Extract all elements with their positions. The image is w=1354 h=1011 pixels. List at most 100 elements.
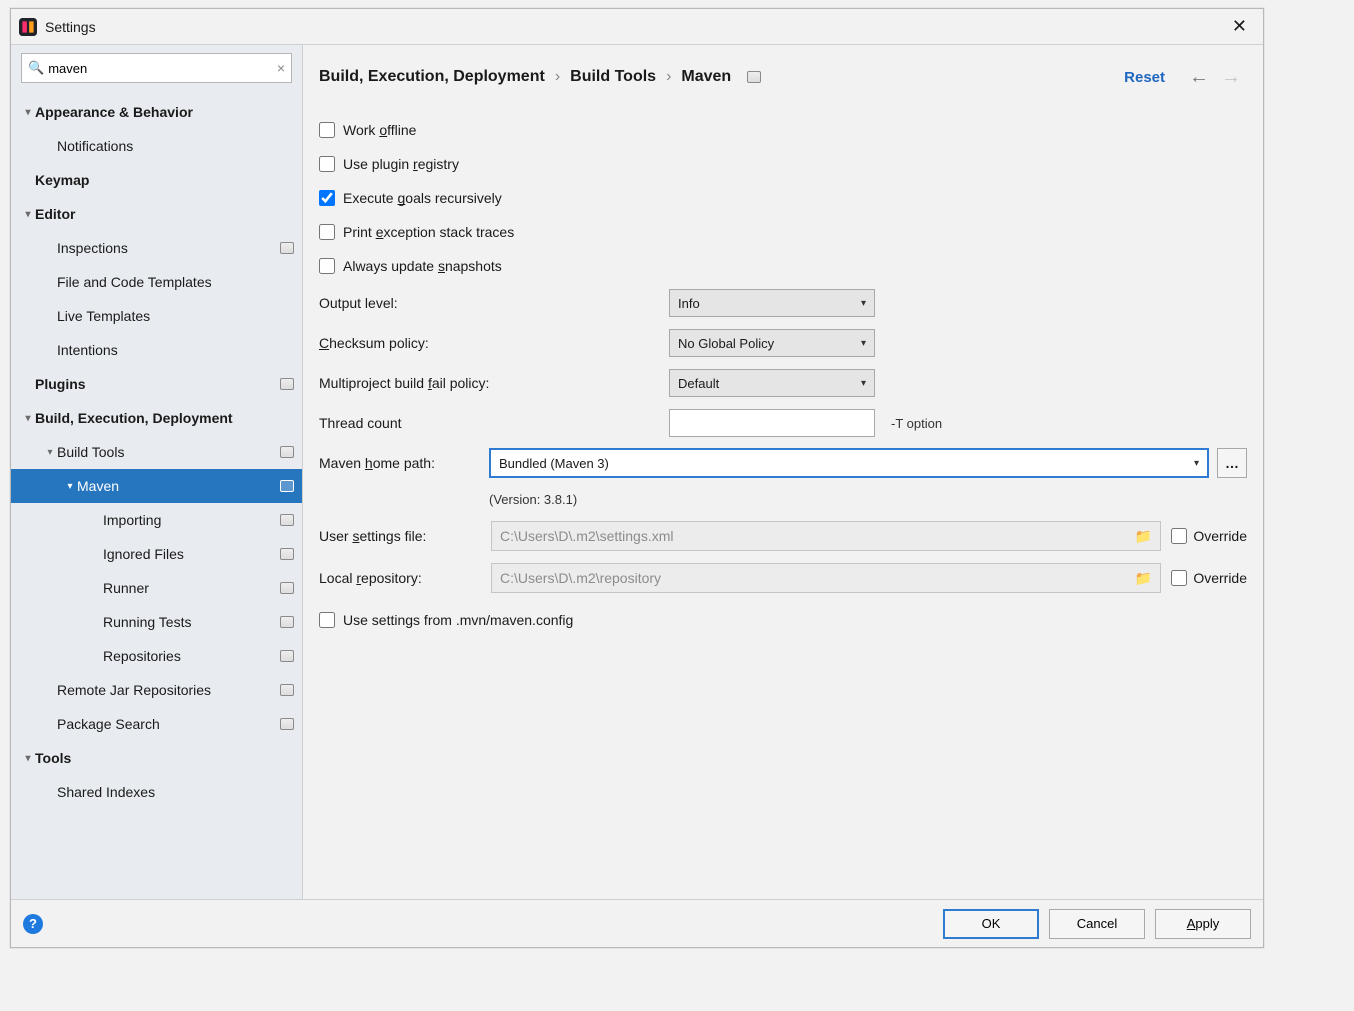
override-label: Override — [1193, 570, 1247, 586]
print-traces-label: Print exception stack traces — [343, 224, 514, 240]
sidebar-item-ignored-files[interactable]: Ignored Files — [11, 537, 302, 571]
local-repo-field: C:\Users\D\.m2\repository📁 — [491, 563, 1161, 593]
scope-badge-icon — [280, 650, 294, 662]
sidebar-item-maven[interactable]: ▾Maven — [11, 469, 302, 503]
sidebar-item-shared-indexes[interactable]: Shared Indexes — [11, 775, 302, 809]
sidebar-item-importing[interactable]: Importing — [11, 503, 302, 537]
thread-count-input[interactable] — [669, 409, 875, 437]
settings-tree: ▾Appearance & Behavior Notifications Key… — [11, 91, 302, 899]
folder-icon: 📁 — [1135, 528, 1152, 545]
close-icon[interactable]: ✕ — [1224, 12, 1255, 41]
sidebar-item-repositories[interactable]: Repositories — [11, 639, 302, 673]
override-user-settings-checkbox[interactable] — [1171, 528, 1187, 544]
override-local-repo-checkbox[interactable] — [1171, 570, 1187, 586]
main-panel: Build, Execution, Deployment › Build Too… — [303, 45, 1263, 899]
cancel-button[interactable]: Cancel — [1049, 909, 1145, 939]
work-offline-label: Work offline — [343, 122, 416, 138]
output-level-label: Output level: — [319, 295, 669, 311]
always-update-label: Always update snapshots — [343, 258, 502, 274]
search-box[interactable]: 🔍 × — [21, 53, 292, 83]
scope-badge-icon — [280, 616, 294, 628]
sidebar-item-appearance[interactable]: ▾Appearance & Behavior — [11, 95, 302, 129]
nav-back-icon[interactable]: ← — [1183, 64, 1215, 91]
breadcrumb-build-tools[interactable]: Build Tools — [570, 68, 656, 86]
chevron-right-icon: › — [666, 68, 671, 86]
scope-badge-icon — [280, 378, 294, 390]
execute-recursively-label: Execute goals recursively — [343, 190, 502, 206]
window-title: Settings — [45, 19, 96, 35]
scope-badge-icon — [280, 480, 294, 492]
work-offline-checkbox[interactable] — [319, 122, 335, 138]
sidebar-item-plugins[interactable]: Plugins — [11, 367, 302, 401]
scope-badge-icon — [280, 514, 294, 526]
sidebar-item-intentions[interactable]: Intentions — [11, 333, 302, 367]
plugin-registry-label: Use plugin registry — [343, 156, 459, 172]
sidebar-item-notifications[interactable]: Notifications — [11, 129, 302, 163]
fail-policy-label: Multiproject build fail policy: — [319, 375, 669, 391]
maven-home-select[interactable]: Bundled (Maven 3)▾ — [489, 448, 1209, 478]
titlebar: Settings ✕ — [11, 9, 1263, 45]
chevron-down-icon: ▾ — [1194, 458, 1199, 469]
scope-badge-icon — [747, 71, 761, 83]
print-traces-checkbox[interactable] — [319, 224, 335, 240]
sidebar-item-inspections[interactable]: Inspections — [11, 231, 302, 265]
sidebar-item-runner[interactable]: Runner — [11, 571, 302, 605]
chevron-down-icon: ▾ — [21, 107, 35, 118]
use-mvn-config-label: Use settings from .mvn/maven.config — [343, 612, 573, 628]
thread-hint: -T option — [891, 416, 942, 431]
sidebar-item-live-templates[interactable]: Live Templates — [11, 299, 302, 333]
maven-home-label: Maven home path: — [319, 455, 481, 471]
sidebar-item-tools[interactable]: ▾Tools — [11, 741, 302, 775]
scope-badge-icon — [280, 242, 294, 254]
search-input[interactable] — [48, 61, 277, 76]
reset-link[interactable]: Reset — [1124, 69, 1165, 86]
app-icon — [19, 18, 37, 36]
sidebar-item-editor[interactable]: ▾Editor — [11, 197, 302, 231]
scope-badge-icon — [280, 718, 294, 730]
sidebar-item-running-tests[interactable]: Running Tests — [11, 605, 302, 639]
settings-dialog: Settings ✕ 🔍 × ▾Appearance & Behavior No… — [10, 8, 1264, 948]
chevron-down-icon: ▾ — [21, 753, 35, 764]
scope-badge-icon — [280, 684, 294, 696]
ok-button[interactable]: OK — [943, 909, 1039, 939]
use-mvn-config-checkbox[interactable] — [319, 612, 335, 628]
always-update-checkbox[interactable] — [319, 258, 335, 274]
clear-search-icon[interactable]: × — [277, 60, 285, 76]
local-repo-label: Local repository: — [319, 570, 481, 586]
chevron-down-icon: ▾ — [861, 378, 866, 389]
chevron-down-icon: ▾ — [861, 338, 866, 349]
override-label: Override — [1193, 528, 1247, 544]
sidebar-item-bed[interactable]: ▾Build, Execution, Deployment — [11, 401, 302, 435]
maven-form: Work offline Use plugin registry Execute… — [319, 97, 1247, 637]
maven-version-label: (Version: 3.8.1) — [489, 492, 577, 507]
scope-badge-icon — [280, 446, 294, 458]
sidebar-item-file-templates[interactable]: File and Code Templates — [11, 265, 302, 299]
output-level-select[interactable]: Info▾ — [669, 289, 875, 317]
breadcrumb: Build, Execution, Deployment › Build Too… — [319, 68, 761, 86]
sidebar-item-remote-jar[interactable]: Remote Jar Repositories — [11, 673, 302, 707]
sidebar-item-build-tools[interactable]: ▾Build Tools — [11, 435, 302, 469]
sidebar-item-keymap[interactable]: Keymap — [11, 163, 302, 197]
chevron-down-icon: ▾ — [861, 298, 866, 309]
apply-button[interactable]: Apply — [1155, 909, 1251, 939]
chevron-right-icon: › — [555, 68, 560, 86]
plugin-registry-checkbox[interactable] — [319, 156, 335, 172]
search-icon: 🔍 — [28, 60, 44, 76]
checksum-select[interactable]: No Global Policy▾ — [669, 329, 875, 357]
sidebar-item-package-search[interactable]: Package Search — [11, 707, 302, 741]
chevron-down-icon: ▾ — [21, 413, 35, 424]
scope-badge-icon — [280, 548, 294, 560]
browse-home-button[interactable]: … — [1217, 448, 1247, 478]
help-icon[interactable]: ? — [23, 914, 43, 934]
user-settings-field: C:\Users\D\.m2\settings.xml📁 — [491, 521, 1161, 551]
breadcrumb-maven: Maven — [681, 68, 731, 86]
sidebar: 🔍 × ▾Appearance & Behavior Notifications… — [11, 45, 303, 899]
chevron-down-icon: ▾ — [21, 209, 35, 220]
checksum-label: Checksum policy: — [319, 335, 669, 351]
scope-badge-icon — [280, 582, 294, 594]
user-settings-label: User settings file: — [319, 528, 481, 544]
folder-icon: 📁 — [1135, 570, 1152, 587]
fail-policy-select[interactable]: Default▾ — [669, 369, 875, 397]
execute-recursively-checkbox[interactable] — [319, 190, 335, 206]
breadcrumb-bed[interactable]: Build, Execution, Deployment — [319, 68, 545, 86]
